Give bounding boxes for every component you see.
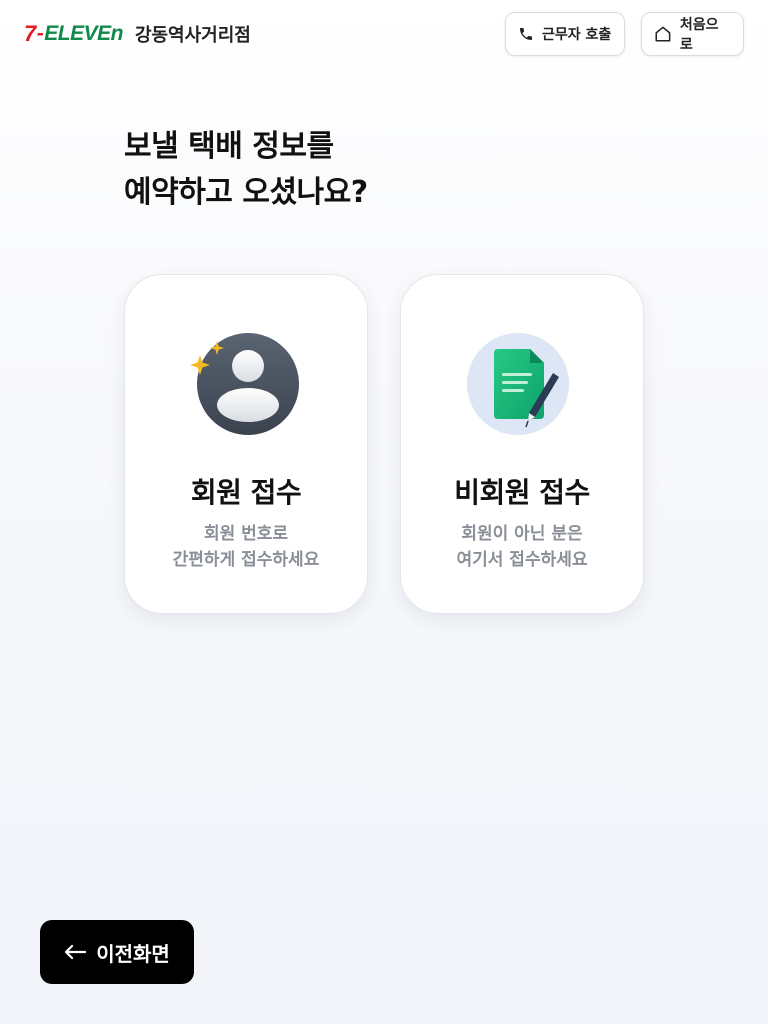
call-staff-button[interactable]: 근무자 호출: [505, 12, 625, 56]
back-button[interactable]: 이전화면: [40, 920, 194, 984]
header: 7 - ELEVEn 강동역사거리점 근무자 호출 처음으로: [0, 0, 768, 68]
page-title-line1: 보낼 택배 정보를: [124, 129, 334, 164]
guest-option-card[interactable]: 비회원 접수 회원이 아닌 분은 여기서 접수하세요: [400, 274, 644, 614]
call-staff-label: 근무자 호출: [542, 27, 612, 43]
guest-desc-line2: 여기서 접수하세요: [456, 550, 588, 570]
arrow-left-icon: [65, 944, 87, 960]
guest-option-desc: 회원이 아닌 분은 여기서 접수하세요: [456, 521, 587, 573]
guest-desc-line1: 회원이 아닌 분은: [461, 524, 583, 544]
back-label: 이전화면: [96, 941, 170, 966]
member-desc-line2: 간편하게 접수하세요: [172, 550, 320, 570]
phone-icon: [520, 28, 532, 40]
logo-dash: -: [36, 22, 44, 45]
home-label: 처음으로: [679, 17, 719, 53]
member-option-desc: 회원 번호로 간편하게 접수하세요: [173, 521, 320, 573]
home-button[interactable]: 처음으로: [641, 12, 744, 56]
document-pen-icon: [466, 331, 578, 437]
member-option-card[interactable]: 회원 접수 회원 번호로 간편하게 접수하세요: [124, 274, 368, 614]
member-desc-line1: 회원 번호로: [203, 524, 289, 544]
guest-option-title: 비회원 접수: [454, 476, 590, 509]
seven-eleven-logo: 7 - ELEVEn: [24, 21, 123, 46]
store-name: 강동역사거리점: [134, 25, 251, 46]
member-option-title: 회원 접수: [190, 476, 302, 509]
logo-eleven: ELEVEn: [44, 22, 123, 45]
home-icon: [655, 26, 671, 42]
user-avatar-icon: [190, 331, 302, 437]
logo-seven: 7: [24, 21, 36, 46]
page-title-line2: 예약하고 오셨나요?: [124, 175, 368, 210]
brand: 7 - ELEVEn 강동역사거리점: [24, 20, 251, 48]
page-title: 보낼 택배 정보를 예약하고 오셨나요?: [124, 124, 368, 216]
